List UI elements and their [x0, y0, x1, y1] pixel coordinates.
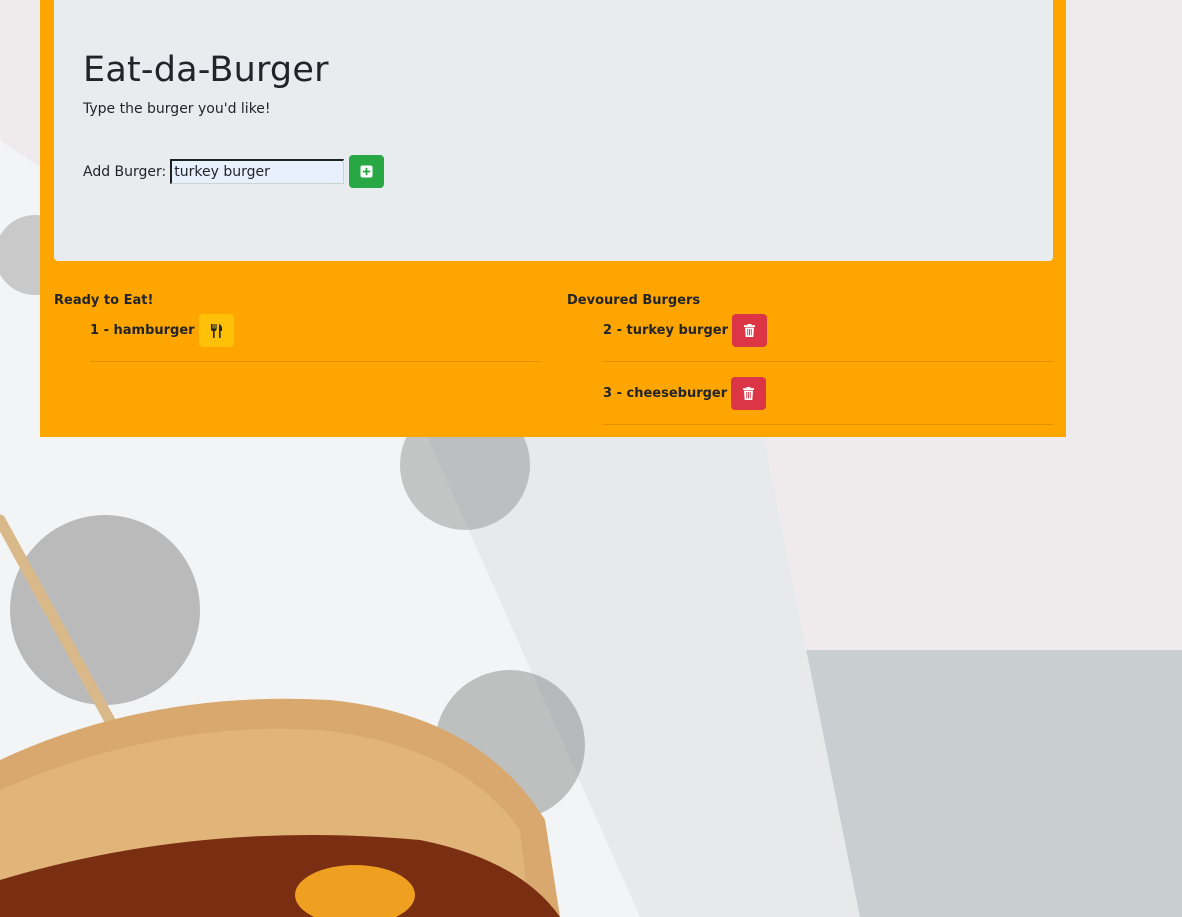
delete-burger-button[interactable]: [731, 377, 767, 410]
page-title: Eat-da-Burger: [83, 50, 329, 90]
trash-icon: [744, 324, 755, 337]
ready-to-eat-section: Ready to Eat! 1 - hamburger: [54, 292, 540, 362]
delete-burger-button[interactable]: [732, 314, 767, 347]
utensils-icon: [210, 323, 223, 338]
list-item: 3 - cheeseburger: [603, 363, 1053, 425]
trash-icon: [743, 387, 755, 400]
add-burger-label: Add Burger:: [83, 163, 167, 180]
list-item: 1 - hamburger: [90, 300, 540, 362]
burger-label: 3 - cheeseburger: [603, 386, 728, 401]
burger-name-input[interactable]: [170, 159, 345, 184]
devoured-list: 2 - turkey burger 3 - cheeseburger: [567, 300, 1053, 425]
devoured-section: Devoured Burgers 2 - turkey burger 3 - c…: [567, 292, 1053, 425]
burger-label: 2 - turkey burger: [603, 323, 728, 338]
burger-label: 1 - hamburger: [90, 323, 195, 338]
main-container: Eat-da-Burger Type the burger you'd like…: [40, 0, 1066, 437]
jumbotron: Eat-da-Burger Type the burger you'd like…: [54, 0, 1053, 261]
page-subtitle: Type the burger you'd like!: [83, 101, 271, 117]
add-burger-form: Add Burger:: [83, 155, 385, 188]
plus-square-icon: [360, 165, 373, 178]
add-burger-button[interactable]: [349, 155, 385, 188]
devour-button[interactable]: [198, 314, 234, 347]
